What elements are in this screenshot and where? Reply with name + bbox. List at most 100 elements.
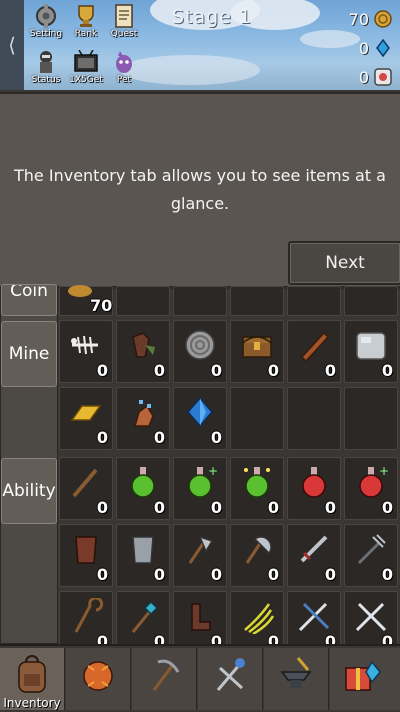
green-potion-icon [131, 467, 155, 498]
status-label: Status [31, 75, 61, 85]
leather-armor-icon [75, 536, 97, 564]
treasure-chest-icon [242, 336, 272, 358]
red-potion-plus-icon: + [359, 464, 389, 498]
blue-diamond-icon [187, 396, 213, 428]
watch-ad-button[interactable]: 1X5Get [68, 49, 104, 90]
next-button[interactable]: Next [288, 241, 400, 285]
inventory-slot[interactable]: 0 [116, 320, 170, 383]
item-count: 0 [381, 361, 393, 380]
inventory-slot[interactable]: 0 [230, 320, 284, 383]
item-count: 0 [267, 498, 279, 517]
inventory-slot[interactable]: 0 [173, 387, 227, 450]
tv-icon [73, 49, 99, 74]
inventory-slot[interactable]: 0 [230, 524, 284, 587]
svg-text:+: + [379, 464, 389, 478]
inventory-slot[interactable]: 0 [173, 524, 227, 587]
stone-spiral-icon [185, 330, 215, 360]
green-potion-sparkle-icon [244, 467, 270, 498]
inventory-slot[interactable]: 0 [230, 457, 284, 520]
inventory-slot[interactable]: + 0 [173, 457, 227, 520]
item-count: 0 [153, 361, 165, 380]
pet-button[interactable]: Pet [106, 50, 142, 90]
inventory-slot-empty[interactable] [230, 387, 284, 450]
green-potion-plus-icon: + [188, 464, 218, 498]
orange-orb-icon [83, 661, 113, 691]
tab-forge[interactable] [264, 648, 329, 710]
inventory-slot-empty[interactable] [230, 286, 284, 316]
inventory-slot-coin[interactable]: 70 [59, 285, 113, 316]
inventory-slot[interactable]: 0 [116, 524, 170, 587]
tab-ability[interactable]: Ability [1, 458, 57, 524]
rank-label: Rank [74, 29, 98, 39]
magic-staff-icon [216, 658, 245, 691]
inventory-slot[interactable]: 0 [287, 524, 341, 587]
inventory-slot-empty[interactable] [116, 286, 170, 316]
tutorial-dialog: The Inventory tab allows you to see item… [0, 92, 400, 289]
inventory-slot-empty[interactable] [287, 387, 341, 450]
gear-icon [33, 4, 59, 28]
fish-bone-icon [71, 335, 98, 355]
tab-shop[interactable] [330, 648, 400, 710]
item-count: 0 [96, 565, 108, 584]
item-count: 0 [324, 498, 336, 517]
scroll-icon [111, 4, 137, 28]
tab-inventory[interactable]: Inventory [0, 648, 65, 710]
item-count: 0 [210, 428, 222, 447]
tab-mine[interactable]: Mine [1, 321, 57, 387]
tab-mine-tools[interactable] [132, 648, 197, 710]
inventory-slot-empty[interactable] [173, 286, 227, 316]
magic-wand-icon [131, 600, 159, 633]
pickaxe-icon [152, 659, 180, 691]
inventory-slot[interactable]: 0 [59, 457, 113, 520]
iron-armor-icon [132, 536, 154, 564]
rank-button[interactable]: Rank [68, 4, 104, 46]
inventory-slot[interactable]: 0 [173, 320, 227, 383]
anvil-icon [280, 657, 312, 688]
inventory-slot[interactable]: + 0 [344, 457, 398, 520]
back-arrow-icon[interactable]: ⟨ [0, 0, 24, 90]
item-count: 0 [153, 565, 165, 584]
battle-axe-icon [245, 536, 272, 564]
inventory-slot[interactable]: 0 [344, 320, 398, 383]
inventory-slot-empty[interactable] [344, 387, 398, 450]
quest-label: Quest [110, 29, 138, 39]
setting-label: Setting [29, 29, 63, 39]
item-count: 0 [267, 565, 279, 584]
trident-icon [357, 534, 386, 565]
gem-currency: 0 [359, 37, 392, 59]
status-button[interactable]: Status [28, 50, 64, 90]
inventory-slot-empty[interactable] [287, 286, 341, 316]
tab-orb[interactable] [66, 648, 131, 710]
item-count: 0 [210, 565, 222, 584]
quest-button[interactable]: Quest [106, 4, 142, 46]
setting-button[interactable]: Setting [28, 4, 64, 46]
wooden-stick-icon [72, 468, 98, 498]
crossed-blades-icon [355, 602, 387, 632]
inventory-slot[interactable]: 0 [287, 457, 341, 520]
stage-title: Stage 1 [172, 6, 253, 28]
cloud-decoration [300, 30, 360, 48]
tab-coin[interactable]: Coin [1, 284, 57, 316]
inventory-slot[interactable]: 0 [59, 387, 113, 450]
inventory-slot[interactable]: 0 [59, 320, 113, 383]
inventory-slot-empty[interactable] [344, 286, 398, 316]
inventory-slot[interactable]: 0 [59, 524, 113, 587]
item-count: 0 [96, 361, 108, 380]
gem-amount: 0 [358, 38, 369, 58]
item-count: 0 [324, 565, 336, 584]
item-count: 0 [381, 498, 393, 517]
watch-ad-label: 1X5Get [69, 75, 103, 85]
item-count: 0 [210, 498, 222, 517]
inventory-slot[interactable]: 0 [116, 457, 170, 520]
inventory-slot[interactable]: 0 [116, 387, 170, 450]
tab-magic[interactable] [198, 648, 263, 710]
inventory-slot[interactable]: 0 [344, 524, 398, 587]
wood-log-icon [300, 331, 330, 363]
orb-icon [374, 68, 392, 86]
claw-icon [244, 603, 275, 634]
backpack-icon [18, 655, 46, 693]
inventory-slot[interactable]: 0 [287, 320, 341, 383]
gold-currency: 70 [349, 8, 392, 30]
item-count: 0 [210, 361, 222, 380]
item-count: 0 [96, 498, 108, 517]
